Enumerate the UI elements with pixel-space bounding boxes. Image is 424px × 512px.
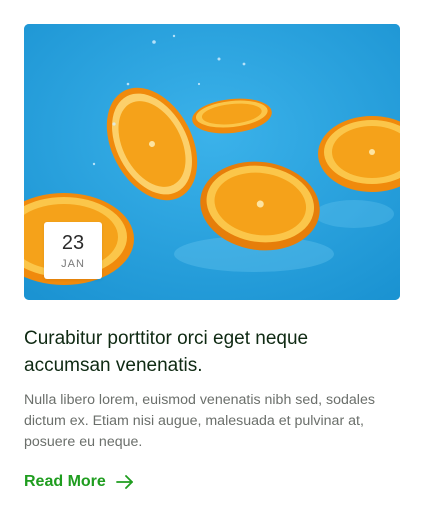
post-image[interactable]: 23 JAN <box>24 24 400 300</box>
post-excerpt: Nulla libero lorem, euismod venenatis ni… <box>24 392 375 450</box>
date-month: JAN <box>61 258 85 270</box>
read-more-label: Read More <box>24 473 106 490</box>
blog-card: 23 JAN Curabitur porttitor orci eget neq… <box>24 24 400 491</box>
date-day: 23 <box>61 232 85 254</box>
date-badge: 23 JAN <box>44 222 102 279</box>
arrow-right-icon <box>115 475 133 489</box>
read-more-link[interactable]: Read More <box>24 473 134 491</box>
post-title[interactable]: Curabitur porttitor orci eget neque accu… <box>24 325 364 379</box>
